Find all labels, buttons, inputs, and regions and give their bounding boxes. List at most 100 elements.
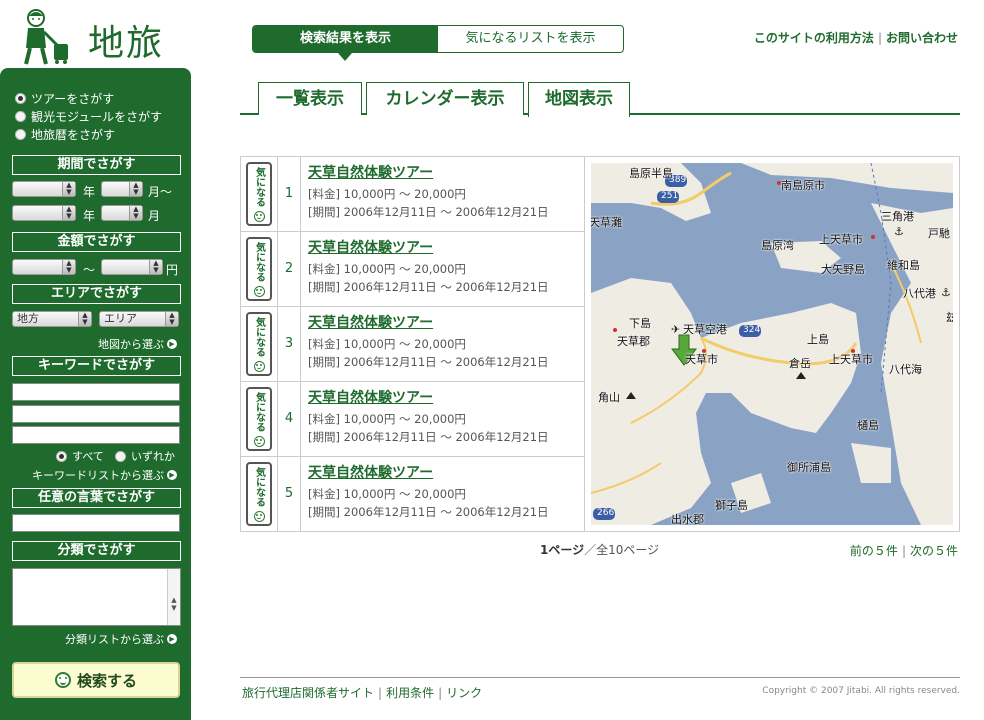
result-title-link[interactable]: 天草自然体験ツアー bbox=[308, 239, 549, 257]
tab-list-view[interactable]: 一覧表示 bbox=[258, 82, 362, 115]
spinner-icon: ▲ ▼ bbox=[62, 182, 75, 196]
kininaru-button[interactable]: 気になる bbox=[246, 162, 272, 226]
map-label: 出水郡 bbox=[671, 513, 704, 525]
kininaru-label: 気になる bbox=[253, 167, 265, 207]
year-label: 年 bbox=[83, 185, 96, 199]
search-type-tour[interactable]: ツアーをさがす bbox=[15, 90, 114, 107]
kininaru-label: 気になる bbox=[253, 242, 265, 282]
radio-icon[interactable] bbox=[56, 450, 67, 462]
contact-link[interactable]: お問い合わせ bbox=[886, 31, 958, 45]
logo-text: 地旅 bbox=[88, 23, 165, 64]
radio-icon[interactable] bbox=[15, 93, 26, 104]
map-label: 角山 bbox=[598, 391, 620, 404]
svg-text:✈: ✈ bbox=[671, 323, 680, 336]
road-number: 251 bbox=[661, 191, 679, 201]
tab-watchlist[interactable]: 気になるリストを表示 bbox=[438, 26, 623, 52]
year-from-select[interactable]: ▲ ▼ bbox=[12, 181, 76, 197]
radio-icon[interactable] bbox=[115, 450, 126, 462]
map[interactable]: ⚓ ⚓ ✈ 389 251 324 266 島原半島 南島原市 天草灘 島原湾 … bbox=[591, 163, 953, 525]
radio-label: 観光モジュールをさがす bbox=[31, 110, 163, 124]
keyword-list-link[interactable]: キーワードリストから選ぶ ▶ bbox=[32, 467, 177, 483]
radio-label: すべて bbox=[72, 450, 104, 463]
keyword-match-all[interactable]: すべて bbox=[56, 448, 104, 464]
year-to-select[interactable]: ▲ ▼ bbox=[12, 205, 76, 221]
smiley-icon bbox=[253, 511, 265, 522]
month-from-select[interactable]: ▲ ▼ bbox=[101, 181, 143, 197]
keyword-input-1[interactable] bbox=[12, 383, 180, 401]
result-period: [期間] 2006年12月11日 〜 2006年12月21日 bbox=[308, 505, 549, 519]
spinner-icon: ▲ ▼ bbox=[129, 206, 142, 220]
price-max-select[interactable]: ▲ ▼ bbox=[101, 259, 163, 275]
radio-icon[interactable] bbox=[15, 129, 26, 140]
category-heading: 分類でさがす bbox=[12, 541, 181, 561]
terms-link[interactable]: 利用条件 bbox=[386, 686, 434, 700]
map-label: 倉岳 bbox=[789, 357, 811, 370]
map-label: 玆 bbox=[946, 311, 953, 324]
site-logo[interactable]: 地旅 bbox=[0, 0, 191, 68]
result-period: [期間] 2006年12月11日 〜 2006年12月21日 bbox=[308, 355, 549, 369]
svg-text:⚓: ⚓ bbox=[894, 225, 904, 238]
price-min-select[interactable]: ▲ ▼ bbox=[12, 259, 76, 275]
spinner-icon: ▲ ▼ bbox=[78, 312, 91, 326]
kininaru-button[interactable]: 気になる bbox=[246, 387, 272, 451]
map-label: 島原湾 bbox=[761, 239, 794, 252]
kininaru-button[interactable]: 気になる bbox=[246, 462, 272, 526]
map-label: 下島 bbox=[629, 317, 651, 330]
map-select-link[interactable]: 地図から選ぶ ▶ bbox=[98, 336, 177, 352]
area-select-value: エリア bbox=[104, 312, 137, 325]
pagination-status: 1ページ／全10ページ bbox=[540, 541, 659, 558]
next-page-link[interactable]: 次の５件 bbox=[910, 544, 958, 558]
region-select[interactable]: 地方 ▲ ▼ bbox=[12, 311, 92, 327]
result-price: [料金] 10,000円 〜 20,000円 bbox=[308, 187, 466, 201]
pagination-links: 前の５件 | 次の５件 bbox=[850, 542, 958, 559]
category-list-link[interactable]: 分類リストから選ぶ ▶ bbox=[65, 631, 177, 647]
month-from-label: 月〜 bbox=[148, 185, 173, 199]
spinner-icon: ▲ ▼ bbox=[62, 260, 75, 274]
result-title-link[interactable]: 天草自然体験ツアー bbox=[308, 464, 549, 482]
result-title-link[interactable]: 天草自然体験ツアー bbox=[308, 314, 549, 332]
arrow-right-icon: ▶ bbox=[167, 634, 177, 644]
separator: | bbox=[877, 31, 882, 45]
scrollbar[interactable]: ▲ ▼ bbox=[167, 569, 180, 625]
arrow-right-icon: ▶ bbox=[167, 339, 177, 349]
map-label: 獅子島 bbox=[715, 499, 748, 512]
search-type-calendar[interactable]: 地旅暦をさがす bbox=[15, 126, 115, 143]
result-info: 天草自然体験ツアー [料金] 10,000円 〜 20,000円 [期間] 2006… bbox=[308, 314, 549, 371]
kininaru-button[interactable]: 気になる bbox=[246, 312, 272, 376]
how-to-use-link[interactable]: このサイトの利用方法 bbox=[754, 31, 874, 45]
result-period: [期間] 2006年12月11日 〜 2006年12月21日 bbox=[308, 280, 549, 294]
copyright: Copyright © 2007 Jitabi. All rights rese… bbox=[762, 686, 960, 696]
result-title-link[interactable]: 天草自然体験ツアー bbox=[308, 164, 549, 182]
tab-calendar-view[interactable]: カレンダー表示 bbox=[366, 82, 524, 115]
area-select[interactable]: エリア ▲ ▼ bbox=[99, 311, 179, 327]
road-number: 266 bbox=[597, 508, 615, 518]
links-link[interactable]: リンク bbox=[446, 686, 482, 700]
result-period: [期間] 2006年12月11日 〜 2006年12月21日 bbox=[308, 430, 549, 444]
search-type-module[interactable]: 観光モジュールをさがす bbox=[15, 108, 162, 125]
prev-page-link[interactable]: 前の５件 bbox=[850, 544, 898, 558]
spinner-icon: ▲ ▼ bbox=[149, 260, 162, 274]
month-to-select[interactable]: ▲ ▼ bbox=[101, 205, 143, 221]
tab-search-results[interactable]: 検索結果を表示 bbox=[253, 26, 438, 52]
radio-icon[interactable] bbox=[15, 111, 26, 122]
kininaru-button[interactable]: 気になる bbox=[246, 237, 272, 301]
freeword-input[interactable] bbox=[12, 514, 180, 532]
radio-label: 地旅暦をさがす bbox=[31, 128, 116, 142]
result-title-link[interactable]: 天草自然体験ツアー bbox=[308, 389, 549, 407]
map-label: 島原半島 bbox=[629, 167, 673, 180]
map-label: 天草空港 bbox=[683, 323, 727, 336]
smiley-icon bbox=[253, 211, 265, 222]
keyword-match-any[interactable]: いずれか bbox=[115, 448, 175, 464]
map-label: 天草灘 bbox=[591, 216, 622, 229]
smiley-icon bbox=[253, 436, 265, 447]
spinner-icon: ▲ ▼ bbox=[62, 206, 75, 220]
keyword-input-2[interactable] bbox=[12, 405, 180, 423]
agency-site-link[interactable]: 旅行代理店関係者サイト bbox=[242, 686, 374, 700]
search-button[interactable]: 検索する bbox=[12, 662, 180, 698]
tab-map-view[interactable]: 地図表示 bbox=[528, 82, 630, 117]
map-label: 八代海 bbox=[889, 363, 922, 376]
category-list[interactable]: ▲ ▼ bbox=[12, 568, 181, 626]
keyword-input-3[interactable] bbox=[12, 426, 180, 444]
spinner-icon: ▲ ▼ bbox=[129, 182, 142, 196]
year-label: 年 bbox=[83, 209, 96, 223]
